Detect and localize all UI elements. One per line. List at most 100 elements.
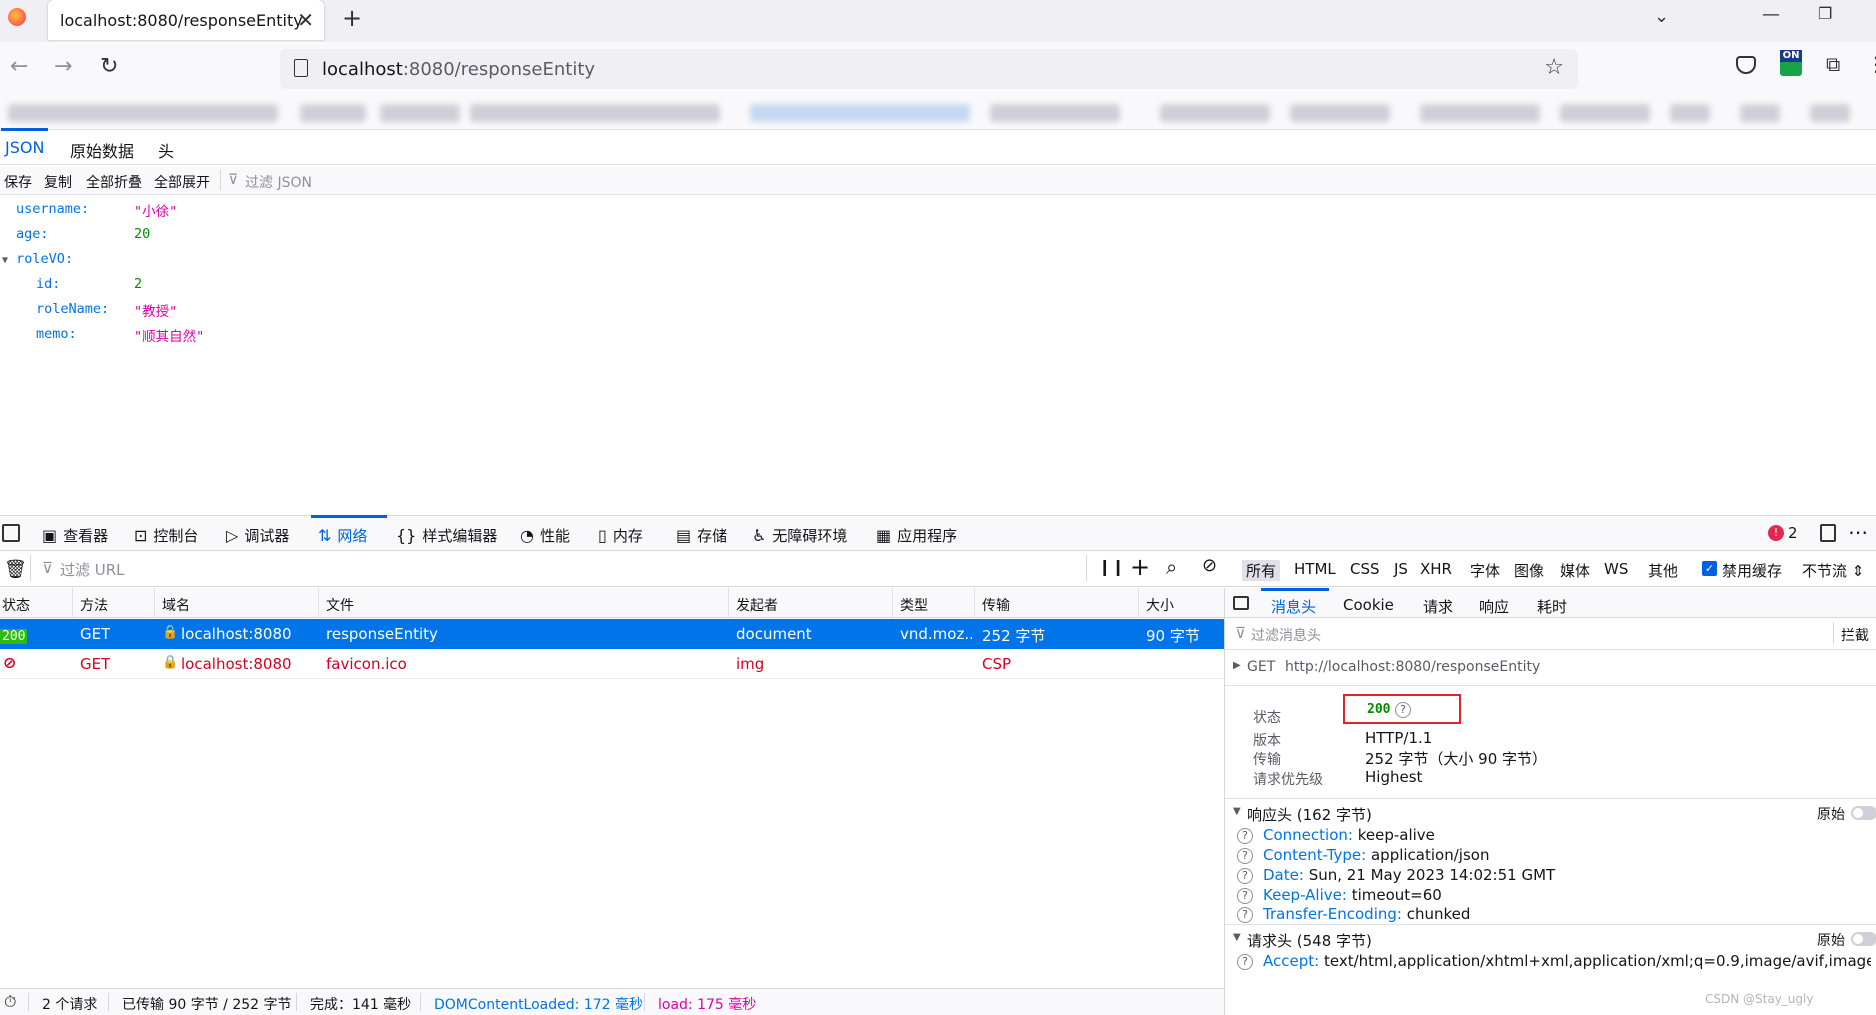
response-headers-section[interactable]: ▼ 响应头 (162 字节) 原始: [1225, 798, 1876, 826]
table-row[interactable]: 200 GET 🔒 localhost:8080 responseEntity …: [0, 619, 1224, 649]
json-row[interactable]: ▼ roleVO:: [2, 251, 73, 267]
filter-images[interactable]: 图像: [1514, 560, 1544, 581]
panel-toggle-icon[interactable]: [1233, 596, 1249, 610]
help-icon[interactable]: ?: [1237, 848, 1253, 864]
new-tab-icon[interactable]: +: [342, 4, 362, 32]
col-transfer[interactable]: 传输: [982, 595, 1010, 615]
tab-inspector[interactable]: ▣ 查看器: [42, 525, 108, 546]
block-button[interactable]: 拦截: [1841, 625, 1869, 645]
header-name: Connection:: [1263, 826, 1353, 844]
collapse-triangle-icon[interactable]: ▼: [1233, 932, 1241, 943]
filter-xhr[interactable]: XHR: [1420, 560, 1452, 578]
bookmark-star-icon[interactable]: ☆: [1544, 55, 1564, 80]
trash-icon[interactable]: 🗑: [4, 559, 27, 580]
disable-cache-label[interactable]: 禁用缓存: [1722, 560, 1782, 581]
header-row: Date: Sun, 21 May 2023 14:02:51 GMT: [1263, 866, 1555, 884]
filter-js[interactable]: JS: [1394, 560, 1408, 578]
filter-ws[interactable]: WS: [1604, 560, 1628, 578]
tab-application[interactable]: ▦ 应用程序: [876, 525, 957, 546]
help-icon[interactable]: ?: [1237, 954, 1253, 970]
dock-icon[interactable]: [1820, 524, 1836, 542]
tab-performance[interactable]: ◔ 性能: [520, 525, 570, 546]
extension-badge-label: ON: [1780, 50, 1802, 62]
col-domain[interactable]: 域名: [162, 595, 190, 615]
tab-json[interactable]: JSON: [0, 128, 49, 157]
filter-html[interactable]: HTML: [1294, 560, 1336, 578]
tab-network[interactable]: ⇅ 网络: [318, 525, 367, 546]
pocket-icon[interactable]: [1736, 56, 1756, 74]
minimize-icon[interactable]: —: [1762, 4, 1780, 25]
save-button[interactable]: 保存: [4, 172, 32, 192]
more-options-icon[interactable]: ⋯: [1848, 520, 1868, 544]
request-headers-section[interactable]: ▼ 请求头 (548 字节) 原始: [1225, 924, 1876, 952]
chevron-down-icon[interactable]: ⌄: [1654, 6, 1669, 27]
headers-filter-input[interactable]: 过滤消息头: [1251, 625, 1321, 645]
extensions-icon[interactable]: ⧉: [1826, 52, 1840, 76]
extension-badge[interactable]: ON: [1780, 50, 1802, 76]
tab-debugger[interactable]: ▷ 调试器: [226, 525, 289, 546]
search-icon[interactable]: ⌕: [1166, 555, 1177, 579]
disable-cache-checkbox[interactable]: ✓: [1702, 561, 1717, 576]
tab-style-editor[interactable]: {} 样式编辑器: [396, 525, 497, 546]
help-icon[interactable]: ?: [1237, 828, 1253, 844]
request-method: GET: [80, 655, 111, 673]
expand-all-button[interactable]: 全部展开: [154, 172, 210, 192]
tab-headers[interactable]: 消息头: [1271, 596, 1316, 617]
table-row[interactable]: ⊘ GET 🔒 localhost:8080 favicon.ico img C…: [0, 649, 1224, 679]
help-icon[interactable]: ?: [1237, 868, 1253, 884]
copy-button[interactable]: 复制: [44, 172, 72, 192]
col-status[interactable]: 状态: [2, 595, 30, 615]
col-size[interactable]: 大小: [1146, 595, 1174, 615]
add-icon[interactable]: +: [1130, 553, 1150, 581]
header-value: chunked: [1406, 905, 1471, 923]
tab-request[interactable]: 请求: [1423, 596, 1453, 617]
error-count[interactable]: 2: [1788, 524, 1798, 542]
block-icon[interactable]: ⊘: [1202, 555, 1217, 576]
filter-fonts[interactable]: 字体: [1470, 560, 1500, 581]
element-picker-icon[interactable]: [2, 524, 20, 542]
close-icon[interactable]: ✕: [297, 8, 314, 32]
expand-triangle-icon[interactable]: ▶: [1233, 660, 1241, 671]
raw-toggle[interactable]: [1851, 806, 1876, 820]
filter-all[interactable]: 所有: [1242, 560, 1281, 581]
url-filter-input[interactable]: 过滤 URL: [60, 559, 125, 580]
tab-cookie[interactable]: Cookie: [1343, 596, 1394, 614]
request-line-method: GET: [1247, 659, 1276, 675]
tab-console[interactable]: ⊡ 控制台: [134, 525, 198, 546]
tab-timings[interactable]: 耗时: [1537, 596, 1567, 617]
back-icon[interactable]: ←: [10, 54, 28, 79]
collapse-all-button[interactable]: 全部折叠: [86, 172, 142, 192]
restore-icon[interactable]: ❐: [1818, 4, 1832, 23]
tab-memory[interactable]: ▯ 内存: [598, 525, 643, 546]
col-file[interactable]: 文件: [326, 595, 354, 615]
filter-css[interactable]: CSS: [1350, 560, 1380, 578]
raw-toggle[interactable]: [1851, 932, 1876, 946]
help-icon[interactable]: ?: [1237, 907, 1253, 923]
filter-other[interactable]: 其他: [1648, 560, 1678, 581]
col-initiator[interactable]: 发起者: [736, 595, 778, 615]
col-type[interactable]: 类型: [900, 595, 928, 615]
json-filter-input[interactable]: 过滤 JSON: [245, 172, 312, 192]
expand-triangle-icon[interactable]: ▼: [2, 255, 8, 266]
tab-storage[interactable]: ▤ 存储: [676, 525, 727, 546]
pause-icon[interactable]: ❙❙: [1098, 557, 1125, 576]
throttle-select[interactable]: 不节流 ⇕: [1802, 560, 1864, 581]
tab-headers[interactable]: 头: [158, 138, 174, 162]
filter-media[interactable]: 媒体: [1560, 560, 1590, 581]
collapse-triangle-icon[interactable]: ▼: [1233, 806, 1241, 817]
help-icon[interactable]: ?: [1237, 888, 1253, 904]
tab-response[interactable]: 响应: [1479, 596, 1509, 617]
url-bar[interactable]: localhost:8080/responseEntity ☆: [280, 49, 1578, 89]
reload-icon[interactable]: ↻: [100, 54, 118, 79]
tab-accessibility[interactable]: ♿ 无障碍环境: [752, 525, 847, 546]
error-icon[interactable]: !: [1768, 525, 1784, 541]
col-method[interactable]: 方法: [80, 595, 108, 615]
json-value: 2: [134, 276, 142, 292]
transferred-size: 已传输 90 字节 / 252 字节: [122, 997, 292, 1013]
tab-raw-data[interactable]: 原始数据: [70, 138, 134, 162]
request-line[interactable]: ▶ GET http://localhost:8080/responseEnti…: [1225, 650, 1876, 686]
help-icon[interactable]: ?: [1395, 702, 1411, 718]
menu-icon[interactable]: ⋮: [1866, 52, 1876, 76]
forward-icon[interactable]: →: [54, 54, 72, 79]
browser-tab[interactable]: localhost:8080/responseEntity ✕: [48, 0, 324, 40]
